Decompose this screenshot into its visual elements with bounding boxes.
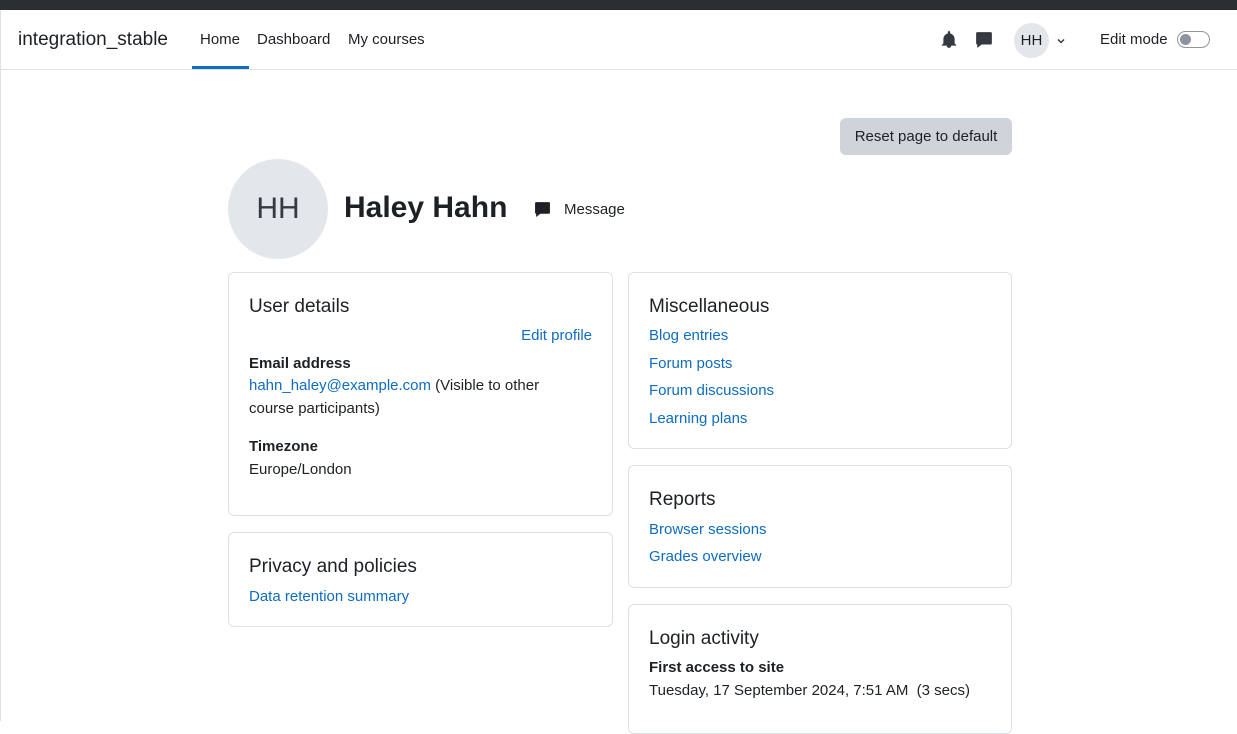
edit-mode-label: Edit mode	[1100, 31, 1168, 48]
miscellaneous-heading: Miscellaneous	[649, 296, 770, 317]
forum-discussions-link[interactable]: Forum discussions	[649, 382, 774, 399]
user-details-heading: User details	[249, 296, 350, 317]
active-tab-indicator	[192, 66, 249, 69]
message-button[interactable]: Message	[534, 199, 625, 219]
first-access-label: First access to site	[649, 659, 785, 676]
miscellaneous-card: Miscellaneous Blog entries Forum posts F…	[628, 272, 1012, 449]
blog-entries-link[interactable]: Blog entries	[649, 327, 728, 344]
chevron-down-icon[interactable]	[1055, 34, 1067, 46]
learning-plans-link[interactable]: Learning plans	[649, 410, 747, 427]
message-label: Message	[564, 200, 625, 218]
edit-mode-toggle[interactable]	[1177, 31, 1210, 48]
notifications-bell-icon[interactable]	[940, 31, 958, 49]
email-visibility-note: (Visible to other	[431, 377, 540, 394]
privacy-heading: Privacy and policies	[249, 556, 417, 577]
nav-dashboard[interactable]: Dashboard	[257, 31, 330, 48]
site-name[interactable]: integration_stable	[18, 29, 168, 51]
grades-overview-link[interactable]: Grades overview	[649, 548, 762, 565]
user-menu-avatar[interactable]: HH	[1014, 23, 1049, 58]
reports-heading: Reports	[649, 489, 716, 510]
data-retention-link[interactable]: Data retention summary	[249, 588, 409, 605]
email-value: hahn_haley@example.com (Visible to other…	[249, 374, 579, 420]
email-link[interactable]: hahn_haley@example.com	[249, 377, 431, 394]
page-title: Haley Hahn	[344, 191, 508, 224]
reports-card: Reports Browser sessions Grades overview	[628, 465, 1012, 588]
messages-chat-icon[interactable]	[975, 31, 993, 49]
nav-my-courses[interactable]: My courses	[348, 31, 425, 48]
email-visibility-note-cont: course participants)	[249, 400, 380, 417]
edit-profile-link[interactable]: Edit profile	[521, 327, 592, 344]
browser-sessions-link[interactable]: Browser sessions	[649, 521, 767, 538]
privacy-card: Privacy and policies Data retention summ…	[228, 532, 613, 627]
user-details-card: User details Edit profile Email address …	[228, 272, 613, 516]
nav-home[interactable]: Home	[200, 31, 240, 48]
profile-avatar: HH	[228, 159, 328, 259]
toggle-knob	[1180, 34, 1191, 45]
first-access-value: Tuesday, 17 September 2024, 7:51 AM (3 s…	[649, 682, 971, 699]
page-left-border	[0, 70, 1, 721]
email-label: Email address	[249, 355, 351, 372]
timezone-label: Timezone	[249, 438, 318, 455]
top-navbar: integration_stable Home Dashboard My cou…	[0, 10, 1237, 70]
timezone-value: Europe/London	[249, 461, 352, 478]
message-icon	[535, 201, 550, 217]
login-activity-heading: Login activity	[649, 628, 759, 649]
login-activity-card: Login activity First access to site Tues…	[628, 604, 1012, 734]
window-top-strip	[0, 0, 1237, 10]
forum-posts-link[interactable]: Forum posts	[649, 355, 732, 372]
reset-page-button[interactable]: Reset page to default	[840, 118, 1012, 155]
